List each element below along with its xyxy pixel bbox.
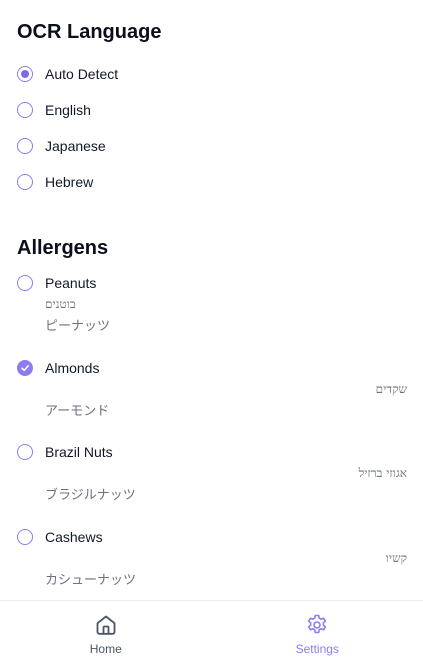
settings-screen: OCR Language Auto Detect English Japanes…	[0, 0, 423, 662]
ocr-option-label: Japanese	[45, 138, 106, 154]
checkbox[interactable]	[17, 444, 33, 460]
allergen-toggle[interactable]: Cashews	[17, 526, 407, 548]
ocr-option-english[interactable]: English	[17, 92, 407, 128]
allergen-name: Cashews	[45, 528, 103, 545]
ocr-option-label: English	[45, 102, 91, 118]
check-icon	[21, 364, 29, 371]
settings-content: OCR Language Auto Detect English Japanes…	[17, 19, 407, 610]
radio-button[interactable]	[17, 66, 33, 82]
checkbox[interactable]	[17, 528, 33, 545]
bottom-navigation: Home Settings	[0, 600, 423, 662]
nav-settings-label: Settings	[295, 642, 339, 656]
allergen-hebrew-name: שקדים	[375, 381, 407, 396]
radio-button[interactable]	[17, 102, 33, 118]
allergen-brazil-nuts: Brazil Nuts אגוזי ברזיל ブラジルナッツ	[17, 441, 407, 526]
radio-button[interactable]	[17, 138, 33, 154]
allergen-toggle[interactable]: Brazil Nuts	[17, 441, 407, 463]
ocr-option-hebrew[interactable]: Hebrew	[17, 164, 407, 200]
allergen-hebrew-name: קשיו	[385, 550, 407, 565]
nav-home-label: Home	[89, 642, 122, 656]
allergen-japanese-name: ピーナッツ	[45, 319, 111, 334]
allergen-cashews: Cashews קשיו カシューナッツ	[17, 526, 407, 611]
checkbox[interactable]	[17, 359, 33, 376]
ocr-option-auto-detect[interactable]: Auto Detect	[17, 56, 407, 92]
allergen-hebrew-name: בוטנים	[45, 297, 76, 311]
ocr-option-label: Auto Detect	[45, 66, 119, 82]
home-icon	[96, 615, 116, 635]
ocr-option-japanese[interactable]: Japanese	[17, 128, 407, 164]
allergen-japanese-name: アーモンド	[45, 403, 110, 419]
allergen-name: Peanuts	[45, 275, 97, 291]
allergen-hebrew-name: אגוזי ברזיל	[358, 466, 407, 480]
gear-icon	[308, 614, 327, 634]
allergen-japanese-name: カシューナッツ	[45, 572, 137, 588]
allergen-almonds: Almonds שקדים アーモンド	[17, 357, 407, 442]
allergen-japanese-name: ブラジルナッツ	[45, 488, 136, 503]
allergen-toggle[interactable]: Peanuts	[17, 272, 407, 294]
radio-button[interactable]	[17, 174, 33, 190]
ocr-language-options: Auto Detect English Japanese Hebrew	[17, 56, 407, 200]
allergen-name: Almonds	[45, 359, 100, 376]
nav-settings-tab[interactable]: Settings	[212, 601, 423, 662]
allergens-title: Allergens	[17, 237, 109, 259]
ocr-option-label: Hebrew	[45, 174, 94, 190]
allergen-toggle[interactable]: Almonds	[17, 357, 407, 379]
allergen-name: Brazil Nuts	[45, 444, 113, 460]
allergen-peanuts: Peanuts בוטנים ピーナッツ	[17, 272, 407, 357]
allergen-list: Peanuts בוטנים ピーナッツ Almonds שקדים アーモンド	[17, 272, 407, 610]
checkbox[interactable]	[17, 275, 33, 291]
nav-home-tab[interactable]: Home	[0, 601, 212, 662]
ocr-language-title: OCR Language	[17, 21, 162, 43]
